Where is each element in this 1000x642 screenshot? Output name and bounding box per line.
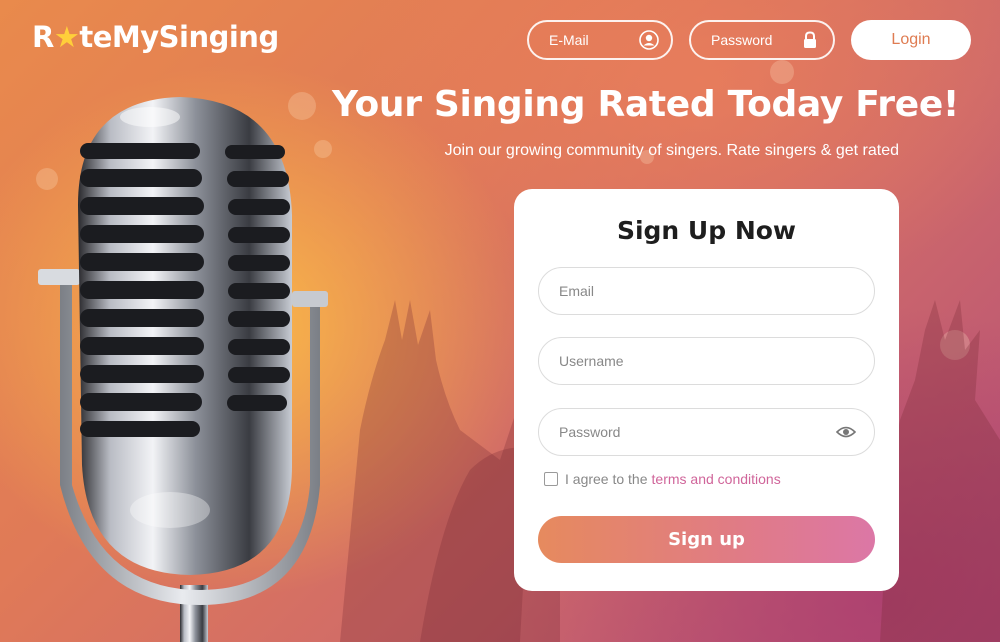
signup-username-field[interactable] — [538, 337, 875, 385]
user-circle-icon — [639, 30, 659, 50]
login-button[interactable]: Login — [851, 20, 971, 60]
header-email-field[interactable] — [527, 20, 673, 60]
terms-agreement: I agree to the terms and conditions — [544, 471, 781, 487]
terms-link[interactable]: terms and conditions — [652, 471, 781, 487]
microphone-illustration — [38, 97, 328, 642]
hero-subline: Join our growing community of singers. R… — [444, 142, 899, 159]
signup-username-input[interactable] — [559, 353, 856, 369]
header-password-input[interactable] — [711, 32, 801, 48]
signup-title: Sign Up Now — [616, 216, 797, 245]
lock-icon — [801, 30, 819, 50]
terms-checkbox[interactable] — [544, 472, 558, 486]
signup-email-input[interactable] — [559, 283, 856, 299]
agree-text: I agree to the — [565, 471, 648, 487]
logo-star-icon: ★ — [53, 20, 80, 54]
site-logo[interactable]: R★teMySinging — [32, 20, 279, 54]
signup-password-input[interactable] — [559, 424, 836, 440]
eye-icon[interactable] — [836, 425, 856, 439]
logo-text-suffix: teMySinging — [79, 20, 279, 54]
header-email-input[interactable] — [549, 32, 639, 48]
signup-button[interactable]: Sign up — [538, 516, 875, 563]
hero-headline: Your Singing Rated Today Free! — [332, 84, 960, 125]
signup-email-field[interactable] — [538, 267, 875, 315]
signup-password-field[interactable] — [538, 408, 875, 456]
header-password-field[interactable] — [689, 20, 835, 60]
logo-text-prefix: R — [32, 20, 54, 54]
signup-card: Sign Up Now I agree to the terms and con… — [514, 189, 899, 591]
